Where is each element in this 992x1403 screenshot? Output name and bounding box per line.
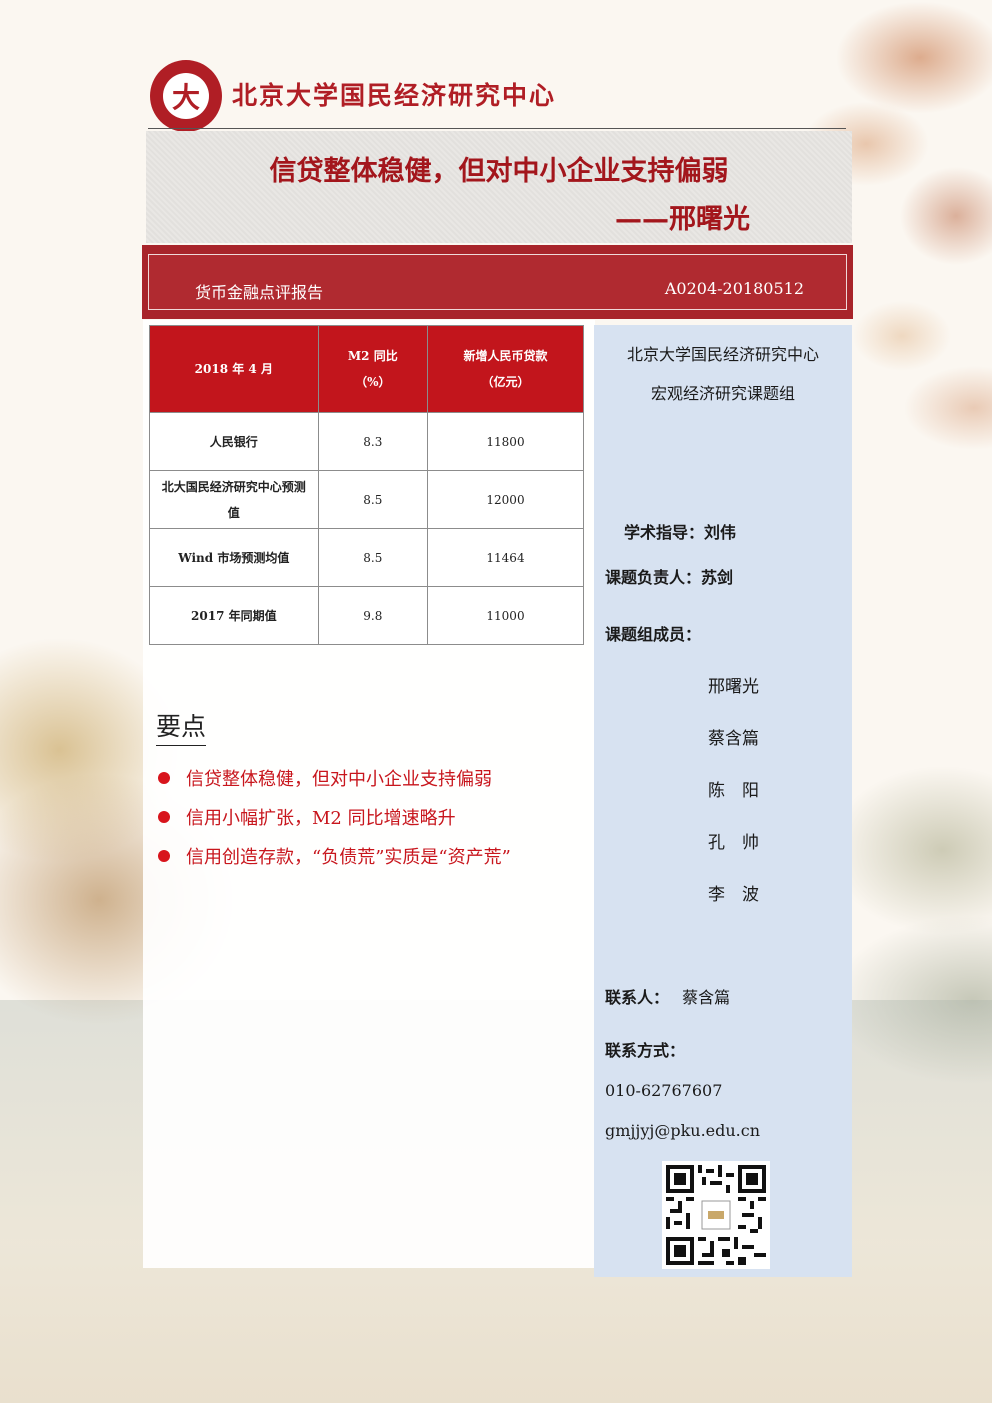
seal-center: 大 — [163, 73, 209, 119]
row-m2: 8.3 — [317, 412, 429, 471]
header-divider — [148, 128, 846, 129]
row-loans: 11464 — [427, 528, 584, 587]
academic-advisor: 学术指导：刘伟 — [624, 523, 737, 542]
table-row: Wind 市场预测均值 8.5 11464 — [149, 528, 584, 587]
report-title: 信贷整体稳健，但对中小企业支持偏弱 — [269, 156, 729, 187]
report-info-band: 货币金融点评报告 A0204-20180512 — [142, 245, 853, 319]
table-row: 北大国民经济研究中心预测值 8.5 12000 — [149, 470, 584, 529]
header-m2: M2 同比 （%） — [317, 325, 429, 413]
header-loans: 新增人民币贷款 （亿元） — [427, 325, 584, 413]
bullet-icon — [158, 849, 170, 862]
project-leader: 课题负责人：苏剑 — [605, 568, 734, 587]
bullet-icon — [158, 771, 170, 784]
members-label: 课题组成员： — [605, 625, 702, 644]
org-name-logo: 北京大学国民经济研究中心 — [232, 81, 557, 110]
contact-phone[interactable]: 010-62767607 — [605, 1081, 722, 1100]
sidebar: 北京大学国民经济研究中心 宏观经济研究课题组 学术指导：刘伟 课题负责人：苏剑 … — [594, 325, 852, 1277]
table-header-row: 2018 年 4 月 M2 同比 （%） 新增人民币贷款 （亿元） — [149, 325, 584, 413]
list-item: 信贷整体稳健，但对中小企业支持偏弱 — [158, 758, 511, 797]
sidebar-org-line1: 北京大学国民经济研究中心 — [626, 345, 819, 364]
forecast-table: 2018 年 4 月 M2 同比 （%） 新增人民币贷款 （亿元） 人民银行 8.3… — [149, 325, 584, 645]
row-label: Wind 市场预测均值 — [149, 528, 319, 587]
contact-person-label: 联系人： — [605, 988, 670, 1007]
row-m2: 8.5 — [317, 470, 429, 529]
row-m2: 8.5 — [317, 528, 429, 587]
member-name: 孔 帅 — [708, 833, 759, 853]
header-period: 2018 年 4 月 — [149, 325, 319, 413]
report-info-box: 货币金融点评报告 A0204-20180512 — [148, 254, 847, 310]
contact-email[interactable]: gmjjyj@pku.edu.cn — [605, 1121, 760, 1140]
bullet-icon — [158, 810, 170, 823]
report-type: 货币金融点评报告 — [195, 283, 324, 302]
member-name: 李 波 — [708, 885, 759, 905]
row-loans: 11000 — [427, 586, 584, 645]
row-label: 人民银行 — [149, 412, 319, 471]
row-loans: 12000 — [427, 470, 584, 529]
list-item: 信用创造存款，“负债荒”实质是“资产荒” — [158, 836, 511, 875]
report-author: ——邢曙光 — [615, 204, 750, 235]
table-row: 人民银行 8.3 11800 — [149, 412, 584, 471]
key-points-list: 信贷整体稳健，但对中小企业支持偏弱 信用小幅扩张，M2 同比增速略升 信用创造存… — [158, 758, 511, 875]
contact-person-row: 联系人： 蔡含篇 — [605, 984, 730, 1008]
report-code: A0204-20180512 — [664, 279, 804, 298]
peking-university-seal-logo: 大 — [150, 60, 222, 132]
list-item: 信用小幅扩张，M2 同比增速略升 — [158, 797, 511, 836]
wechat-qr-code-icon — [662, 1161, 770, 1269]
row-m2: 9.8 — [317, 586, 429, 645]
member-name: 邢曙光 — [708, 677, 759, 697]
row-label: 北大国民经济研究中心预测值 — [149, 470, 319, 529]
sidebar-org-line2: 宏观经济研究课题组 — [650, 384, 795, 403]
row-loans: 11800 — [427, 412, 584, 471]
table-row: 2017 年同期值 9.8 11000 — [149, 586, 584, 645]
member-name: 陈 阳 — [708, 781, 759, 801]
contact-person-name: 蔡含篇 — [682, 988, 731, 1007]
member-name: 蔡含篇 — [708, 729, 759, 749]
key-points-heading: 要点 — [156, 707, 207, 746]
row-label: 2017 年同期值 — [149, 586, 319, 645]
title-band: 信贷整体稳健，但对中小企业支持偏弱 ——邢曙光 — [146, 131, 852, 243]
contact-method-label: 联系方式： — [605, 1041, 686, 1060]
